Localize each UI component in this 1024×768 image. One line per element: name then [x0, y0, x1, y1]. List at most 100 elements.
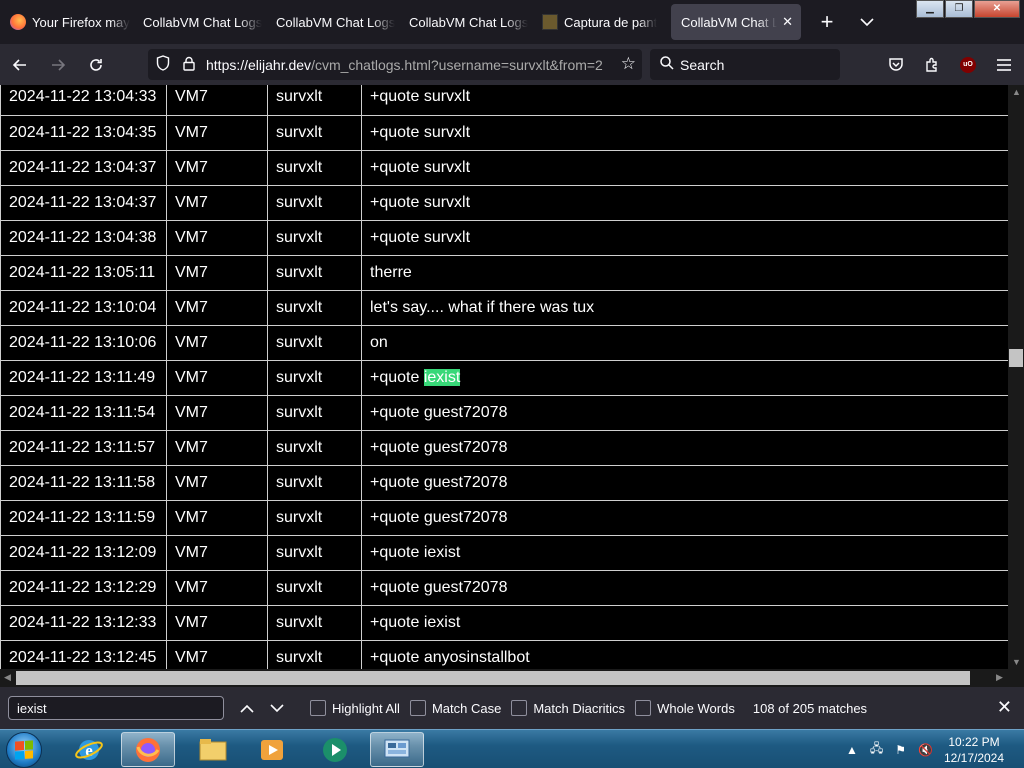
message-cell: +quote guest72078: [361, 430, 1008, 466]
message-cell: +quote guest72078: [361, 395, 1008, 431]
table-row: 2024-11-22 13:04:35 VM7 survxlt +quote surv…: [0, 115, 1008, 151]
vertical-scrollbar[interactable]: ▲ ▼: [1008, 85, 1024, 669]
match-diacritics-checkbox[interactable]: Match Diacritics: [511, 700, 625, 716]
checkbox-box[interactable]: [409, 700, 426, 716]
message-cell: +quote survxlt: [361, 220, 1008, 256]
action-center-flag-icon[interactable]: ⚑: [895, 743, 906, 757]
network-icon[interactable]: 🖧: [870, 739, 883, 760]
tab-captura[interactable]: Captura de pant: [532, 4, 665, 40]
table-row: 2024-11-22 13:10:06 VM7 survxlt on: [0, 325, 1008, 361]
back-button[interactable]: [2, 49, 38, 81]
hamburger-menu-icon[interactable]: [986, 49, 1022, 80]
close-findbar-icon[interactable]: ✕: [997, 697, 1012, 718]
username-cell: survxlt: [267, 360, 362, 396]
timestamp-cell: 2024-11-22 13:10:04: [0, 290, 167, 326]
restore-button[interactable]: ❐: [945, 0, 973, 18]
tab-collabvm-logs-2[interactable]: CollabVM Chat Logs: [266, 4, 399, 40]
reload-icon: [90, 58, 102, 71]
pocket-icon[interactable]: [878, 49, 914, 80]
vm-cell: VM7: [166, 115, 268, 151]
internet-explorer-icon: e: [75, 739, 103, 760]
firefox-icon: [10, 14, 26, 30]
username-cell: survxlt: [267, 220, 362, 256]
vm-cell: VM7: [166, 535, 268, 571]
new-tab-button[interactable]: +: [807, 9, 847, 35]
username-cell: survxlt: [267, 115, 362, 151]
highlight-all-checkbox[interactable]: Highlight All: [310, 700, 400, 716]
scroll-up-arrow-icon[interactable]: ▲: [1012, 87, 1021, 97]
shield-icon[interactable]: [152, 55, 174, 74]
taskbar-internet-explorer[interactable]: e: [62, 732, 116, 767]
minimize-button[interactable]: ▁: [916, 0, 944, 18]
checkbox-label: Match Case: [431, 700, 502, 716]
close-window-button[interactable]: ✕: [974, 0, 1020, 18]
horizontal-scrollbar[interactable]: ◀ ▶: [0, 669, 1024, 687]
message-cell: +quote iexist: [361, 535, 1008, 571]
bookmark-star-icon[interactable]: ☆: [621, 54, 636, 74]
tab-collabvm-logs-3[interactable]: CollabVM Chat Logs: [399, 4, 532, 40]
scroll-right-arrow-icon[interactable]: ▶: [996, 672, 1003, 683]
taskbar-file-explorer[interactable]: [186, 732, 240, 767]
scroll-down-arrow-icon[interactable]: ▼: [1012, 657, 1021, 667]
vm-cell: VM7: [166, 255, 268, 291]
url-text[interactable]: https://elijahr.dev/cvm_chatlogs.html?us…: [206, 57, 606, 73]
tab-list-button[interactable]: [847, 14, 887, 30]
username-cell: survxlt: [267, 395, 362, 431]
search-placeholder: Search: [680, 56, 725, 73]
table-row: 2024-11-22 13:12:33 VM7 survxlt +quote iexi…: [0, 605, 1008, 641]
vm-cell: VM7: [166, 430, 268, 466]
checkbox-label: Highlight All: [332, 700, 400, 716]
timestamp-cell: 2024-11-22 13:04:35: [0, 115, 167, 151]
table-row: 2024-11-22 13:11:58 VM7 survxlt +quote gues…: [0, 465, 1008, 501]
vm-cell: VM7: [166, 605, 268, 641]
whole-words-checkbox[interactable]: Whole Words: [635, 700, 735, 716]
checkbox-label: Whole Words: [657, 700, 735, 716]
match-case-checkbox[interactable]: Match Case: [409, 700, 502, 716]
checkbox-box[interactable]: [511, 700, 528, 716]
horizontal-scroll-thumb[interactable]: [16, 671, 970, 685]
find-next-button[interactable]: [262, 700, 292, 717]
volume-muted-icon[interactable]: 🔇: [918, 743, 933, 757]
message-cell: +quote guest72078: [361, 570, 1008, 606]
timestamp-cell: 2024-11-22 13:04:33: [0, 85, 167, 116]
extensions-icon[interactable]: [914, 49, 950, 80]
find-input[interactable]: [8, 696, 224, 720]
vm-cell: VM7: [166, 500, 268, 536]
taskbar-wmp[interactable]: [308, 732, 362, 767]
timestamp-cell: 2024-11-22 13:11:49: [0, 360, 167, 396]
system-clock[interactable]: 10:22 PM 12/17/2024: [938, 734, 1010, 766]
lock-icon[interactable]: [178, 56, 200, 74]
tab-collabvm-logs-1[interactable]: CollabVM Chat Logs: [133, 4, 266, 40]
vm-cell: VM7: [166, 85, 268, 116]
tab-firefox-update[interactable]: Your Firefox may: [0, 4, 133, 40]
forward-button[interactable]: [40, 49, 76, 81]
username-cell: survxlt: [267, 640, 362, 669]
toolbar-right: uO: [878, 49, 1022, 80]
vertical-scroll-thumb[interactable]: [1009, 349, 1023, 367]
message-cell: let's say.... what if there was tux: [361, 290, 1008, 326]
search-bar[interactable]: Search: [650, 49, 840, 80]
url-bar[interactable]: https://elijahr.dev/cvm_chatlogs.html?us…: [148, 49, 642, 80]
table-row: 2024-11-22 13:11:49 VM7 survxlt +quote iexi…: [0, 360, 1008, 396]
find-bar: Highlight All Match Case Match Diacritic…: [0, 687, 1024, 729]
taskbar-remote-app[interactable]: [370, 732, 424, 767]
start-button[interactable]: [6, 732, 42, 768]
checkbox-box[interactable]: [310, 700, 326, 716]
taskbar-firefox[interactable]: [121, 732, 175, 767]
taskbar-media-player[interactable]: [245, 732, 299, 767]
tab-collabvm-logs-active[interactable]: CollabVM Chat Lo ✕: [671, 4, 801, 40]
message-cell: on: [361, 325, 1008, 361]
ublock-origin-icon[interactable]: uO: [950, 49, 986, 80]
close-tab-icon[interactable]: ✕: [782, 14, 793, 30]
username-cell: survxlt: [267, 430, 362, 466]
tab-label: CollabVM Chat Logs: [143, 14, 263, 30]
checkbox-label: Match Diacritics: [533, 700, 626, 716]
scroll-left-arrow-icon[interactable]: ◀: [4, 672, 11, 683]
reload-button[interactable]: [78, 49, 114, 81]
show-hidden-icons-icon[interactable]: ▲: [846, 743, 858, 757]
checkbox-box[interactable]: [635, 700, 652, 716]
find-match-highlight: iexist: [423, 368, 461, 386]
find-previous-button[interactable]: [232, 700, 262, 717]
timestamp-cell: 2024-11-22 13:04:37: [0, 150, 167, 186]
chevron-down-icon: [860, 18, 874, 27]
